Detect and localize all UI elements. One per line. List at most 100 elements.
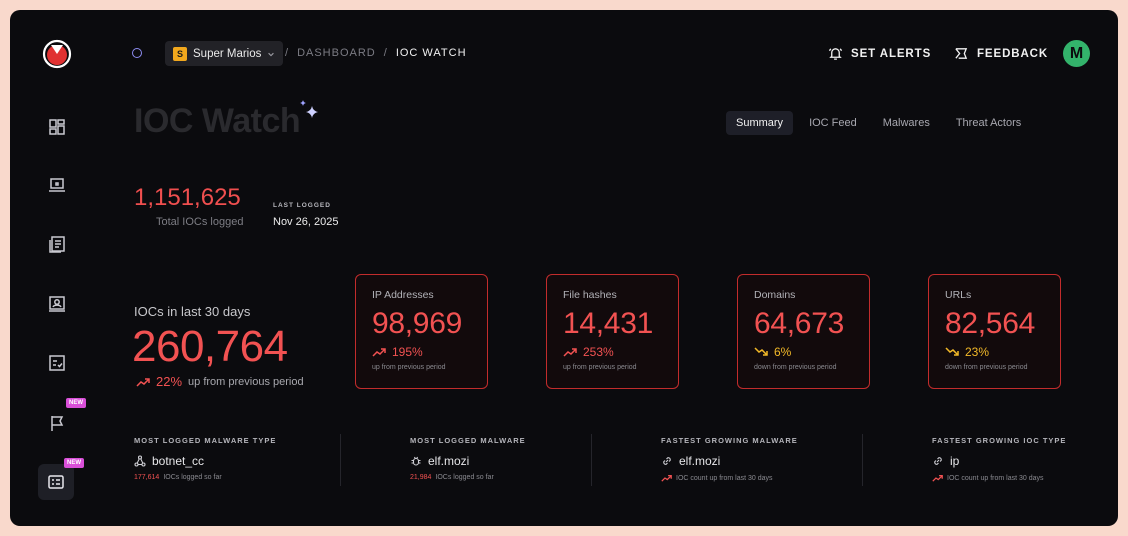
app-window: NEW NEW S Super Marios / DASHBOARD / IOC… bbox=[10, 10, 1118, 526]
network-icon bbox=[134, 455, 146, 467]
trend-up-icon bbox=[932, 475, 943, 482]
tab-threat-actors[interactable]: Threat Actors bbox=[946, 111, 1031, 135]
last-30-days-change: 22% up from previous period bbox=[136, 374, 304, 389]
sidebar-profile-icon[interactable] bbox=[44, 291, 70, 317]
divider bbox=[862, 434, 863, 486]
breadcrumb: / DASHBOARD / IOC WATCH bbox=[285, 47, 467, 59]
breadcrumb-separator: / bbox=[285, 47, 290, 59]
card-change-percent: 23% bbox=[965, 345, 990, 359]
sidebar-laptop-icon[interactable] bbox=[44, 172, 70, 198]
card-change: 195% bbox=[372, 345, 487, 359]
card-note: up from previous period bbox=[372, 364, 446, 371]
card-note: up from previous period bbox=[563, 364, 637, 371]
card-label: File hashes bbox=[563, 289, 617, 301]
link-icon bbox=[934, 457, 942, 465]
org-selector[interactable]: S Super Marios bbox=[165, 41, 284, 66]
org-name: Super Marios bbox=[193, 47, 262, 60]
bell-icon bbox=[828, 48, 843, 60]
fastest-growing-ioc-type: FASTEST GROWING IOC TYPE ip IOC count up… bbox=[932, 436, 1066, 482]
card-note: down from previous period bbox=[945, 364, 1028, 371]
new-badge: NEW bbox=[64, 458, 84, 468]
card-value: 14,431 bbox=[563, 307, 653, 340]
trend-up-icon bbox=[661, 475, 672, 482]
sparkle-icon bbox=[300, 100, 318, 118]
card-value: 98,969 bbox=[372, 307, 462, 340]
card-value: 82,564 bbox=[945, 307, 1035, 340]
set-alerts-label: SET ALERTS bbox=[851, 47, 932, 60]
trend-down-icon bbox=[945, 347, 959, 356]
total-iocs-label: Total IOCs logged bbox=[156, 216, 244, 228]
breadcrumb-current: IOC WATCH bbox=[395, 47, 467, 59]
ip-addresses-card[interactable]: IP Addresses 98,969 195% up from previou… bbox=[355, 274, 488, 389]
avatar[interactable]: M bbox=[1063, 40, 1090, 67]
card-change-percent: 253% bbox=[583, 345, 614, 359]
last-logged-value: Nov 26, 2025 bbox=[273, 216, 339, 228]
file-hashes-card[interactable]: File hashes 14,431 253% up from previous… bbox=[546, 274, 679, 389]
total-iocs-value: 1,151,625 bbox=[134, 184, 241, 211]
last-30-days-label: IOCs in last 30 days bbox=[134, 304, 251, 319]
stat-note: IOC count up from last 30 days bbox=[676, 474, 773, 482]
tab-ioc-feed[interactable]: IOC Feed bbox=[799, 111, 867, 135]
card-change: 253% bbox=[563, 345, 678, 359]
card-change: 23% bbox=[945, 345, 1060, 359]
most-logged-malware-type: MOST LOGGED MALWARE TYPE botnet_cc 177,6… bbox=[134, 436, 276, 481]
card-note: down from previous period bbox=[754, 364, 837, 371]
set-alerts-button[interactable]: SET ALERTS bbox=[828, 46, 931, 61]
stat-count: 177,614 bbox=[134, 474, 160, 481]
sidebar-dashboard-icon[interactable] bbox=[44, 114, 70, 140]
feedback-icon bbox=[955, 48, 968, 59]
bug-icon bbox=[411, 456, 421, 466]
last-30-days-value: 260,764 bbox=[132, 322, 288, 371]
card-label: URLs bbox=[945, 289, 972, 301]
card-change: 6% bbox=[754, 345, 869, 359]
breadcrumb-dashboard[interactable]: DASHBOARD bbox=[297, 47, 376, 59]
link-icon bbox=[663, 457, 671, 465]
feedback-button[interactable]: FEEDBACK bbox=[954, 46, 1048, 61]
card-change-percent: 195% bbox=[392, 345, 423, 359]
divider bbox=[591, 434, 592, 486]
stat-value: ip bbox=[950, 454, 960, 468]
domains-card[interactable]: Domains 64,673 6% down from previous per… bbox=[737, 274, 870, 389]
stat-heading: MOST LOGGED MALWARE bbox=[410, 436, 526, 445]
stat-count: 21,984 bbox=[410, 474, 432, 481]
fastest-growing-malware: FASTEST GROWING MALWARE elf.mozi IOC cou… bbox=[661, 436, 798, 482]
trend-up-icon bbox=[563, 348, 577, 357]
new-badge: NEW bbox=[66, 398, 86, 408]
sidebar-reports-icon[interactable] bbox=[44, 231, 70, 257]
card-value: 64,673 bbox=[754, 307, 844, 340]
stat-value: botnet_cc bbox=[152, 454, 205, 468]
stat-note: IOCs logged so far bbox=[163, 474, 222, 481]
stat-value: elf.mozi bbox=[428, 454, 470, 468]
last-logged-label: LAST LOGGED bbox=[273, 202, 331, 209]
divider bbox=[340, 434, 341, 486]
app-logo[interactable] bbox=[42, 39, 72, 69]
most-logged-malware: MOST LOGGED MALWARE elf.mozi 21,984 IOCs … bbox=[410, 436, 526, 481]
page-title: IOC Watch bbox=[134, 102, 301, 140]
change-note: up from previous period bbox=[188, 375, 304, 388]
sidebar-checklist-icon[interactable] bbox=[44, 350, 70, 376]
chevron-down-icon bbox=[268, 52, 275, 56]
card-label: Domains bbox=[754, 289, 796, 301]
stat-note: IOCs logged so far bbox=[435, 474, 494, 481]
status-indicator-icon bbox=[132, 48, 142, 58]
stat-value: elf.mozi bbox=[679, 454, 721, 468]
stat-heading: FASTEST GROWING MALWARE bbox=[661, 436, 798, 445]
tab-bar: Summary IOC Feed Malwares Threat Actors bbox=[726, 111, 1031, 135]
breadcrumb-separator: / bbox=[383, 47, 388, 59]
sidebar-flag-icon[interactable]: NEW bbox=[44, 398, 86, 436]
stat-heading: MOST LOGGED MALWARE TYPE bbox=[134, 436, 277, 445]
org-logo: S bbox=[173, 46, 187, 61]
feedback-label: FEEDBACK bbox=[977, 47, 1049, 60]
trend-up-icon bbox=[136, 377, 150, 387]
urls-card[interactable]: URLs 82,564 23% down from previous perio… bbox=[928, 274, 1061, 389]
tab-malwares[interactable]: Malwares bbox=[873, 111, 940, 135]
trend-up-icon bbox=[372, 348, 386, 357]
stat-note: IOC count up from last 30 days bbox=[947, 474, 1044, 482]
sidebar-ioc-watch-icon[interactable]: NEW bbox=[38, 458, 84, 500]
trend-down-icon bbox=[754, 347, 768, 356]
card-label: IP Addresses bbox=[372, 289, 434, 301]
tab-summary[interactable]: Summary bbox=[726, 111, 794, 135]
stat-heading: FASTEST GROWING IOC TYPE bbox=[932, 436, 1067, 445]
card-change-percent: 6% bbox=[774, 345, 792, 359]
change-percent: 22% bbox=[156, 374, 183, 389]
